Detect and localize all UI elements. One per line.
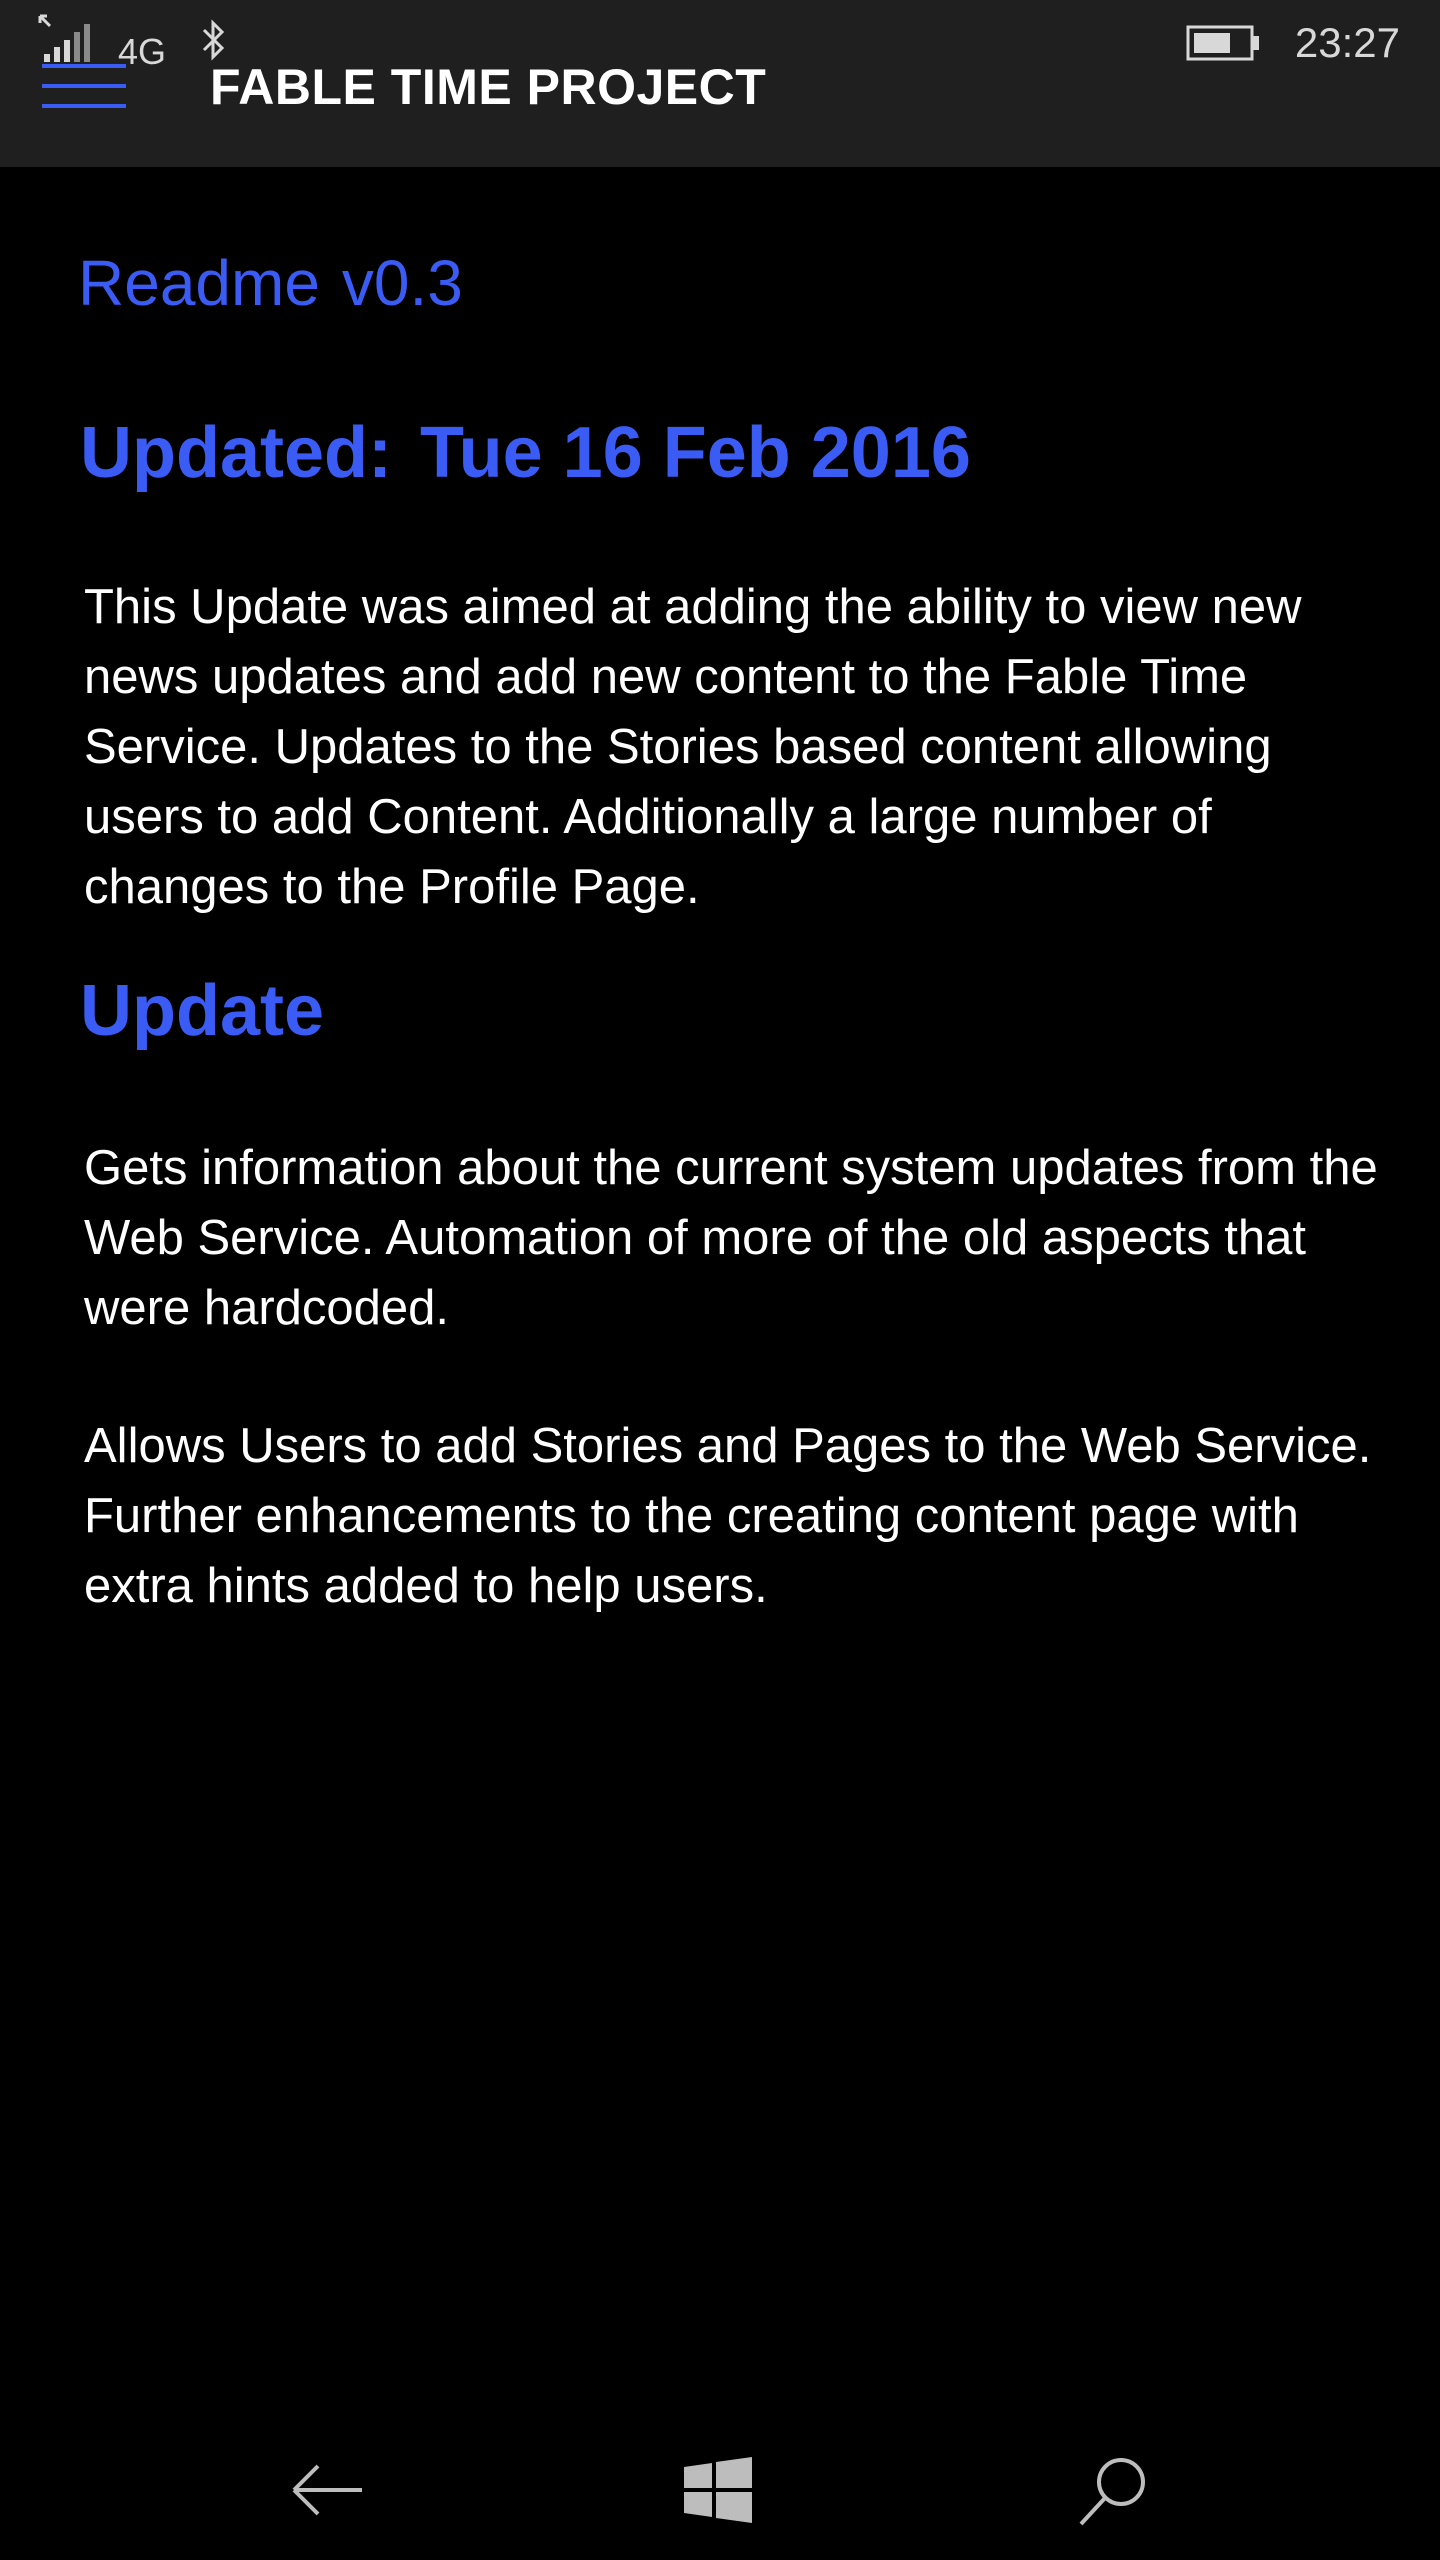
signal-icon (38, 14, 90, 62)
back-arrow-icon (292, 2464, 362, 2516)
system-nav-bar (0, 2415, 1440, 2560)
back-button[interactable] (273, 2435, 383, 2545)
clock: 23:27 (1294, 19, 1400, 66)
search-icon (1079, 2458, 1145, 2526)
app-title: FABLE TIME PROJECT (210, 59, 767, 115)
update-section-title: Update (80, 971, 325, 1051)
battery-icon (1186, 25, 1259, 61)
top-bar: 4G 23:27 FABLE TIME PROJECT (0, 0, 1440, 167)
hamburger-menu-button[interactable] (42, 62, 126, 112)
hamburger-line (42, 104, 126, 108)
updated-heading: Updated: Tue 16 Feb 2016 (80, 417, 971, 489)
intro-paragraph: This Update was aimed at adding the abil… (84, 580, 1302, 914)
readme-label: Readme (78, 247, 320, 319)
windows-logo-icon (684, 2457, 752, 2523)
updated-label: Updated: (80, 413, 392, 493)
readme-heading: Readme v0.3 (78, 251, 463, 315)
updated-date: Tue 16 Feb 2016 (419, 413, 971, 493)
start-button[interactable] (663, 2435, 773, 2545)
update-paragraph-info: Gets information about the current syste… (84, 1141, 1378, 1335)
bluetooth-icon (202, 19, 225, 61)
hamburger-icon (42, 64, 126, 68)
search-button[interactable] (1058, 2435, 1168, 2545)
update-paragraph-allows: Allows Users to add Stories and Pages to… (84, 1419, 1372, 1613)
version-label: v0.3 (341, 247, 463, 319)
hamburger-line (42, 84, 126, 88)
